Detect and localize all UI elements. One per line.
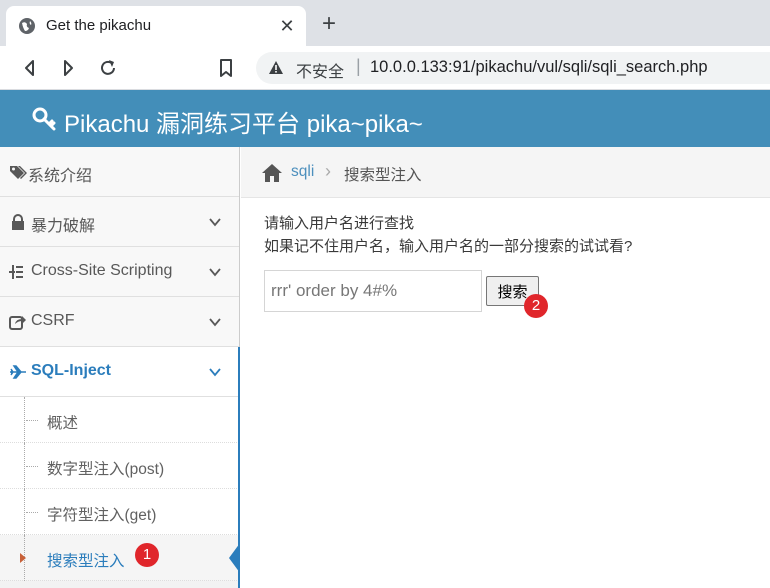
sidebar-subitem-string-get[interactable]: 字符型注入(get) bbox=[0, 489, 239, 535]
sidebar-item-label: 系统介绍 bbox=[28, 168, 93, 185]
plane-icon bbox=[10, 365, 26, 379]
sidebar-item-intro[interactable]: 系统介绍 bbox=[0, 147, 239, 197]
sidebar-item-sql-inject[interactable]: SQL-Inject bbox=[0, 347, 239, 397]
warning-icon[interactable] bbox=[268, 60, 284, 76]
sidebar-item-brute-force[interactable]: 暴力破解 bbox=[0, 197, 239, 247]
tree-branch bbox=[26, 420, 38, 421]
breadcrumb: sqli › 搜索型注入 bbox=[241, 147, 770, 198]
tree-branch bbox=[26, 466, 38, 467]
sidebar-subitem-label: 搜索型注入 bbox=[47, 553, 125, 570]
lock-icon bbox=[12, 214, 24, 230]
sidebar-subitem-label: 概述 bbox=[47, 415, 79, 432]
site-title[interactable]: Pikachu 漏洞练习平台 pika~pika~ bbox=[64, 104, 423, 139]
search-hint-secondary: 如果记不住用户名，输入用户名的一部分搜索的试试看? bbox=[264, 238, 633, 255]
address-separator: | bbox=[356, 56, 361, 76]
share-icon bbox=[9, 316, 26, 330]
sidebar-item-label: CSRF bbox=[31, 312, 75, 329]
sidebar-item-csrf[interactable]: CSRF bbox=[0, 297, 239, 347]
tree-line bbox=[24, 397, 25, 443]
sidebar-subitem-numeric-post[interactable]: 数字型注入(post) bbox=[0, 443, 239, 489]
home-icon[interactable] bbox=[261, 163, 283, 183]
site-header: Pikachu 漏洞练习平台 pika~pika~ bbox=[0, 90, 770, 147]
chevron-down-icon[interactable] bbox=[208, 365, 222, 379]
tags-icon bbox=[10, 166, 27, 179]
reload-icon[interactable] bbox=[96, 56, 120, 80]
sidebar-subitem-overview[interactable]: 概述 bbox=[0, 397, 239, 443]
sidebar-item-label: 暴力破解 bbox=[31, 218, 96, 235]
tree-branch bbox=[26, 512, 38, 513]
insecure-label[interactable]: 不安全 bbox=[296, 58, 344, 82]
globe-icon bbox=[19, 18, 35, 34]
active-section-bar bbox=[238, 347, 240, 588]
sidebar-item-label: SQL-Inject bbox=[31, 362, 112, 379]
tab-title: Get the pikachu bbox=[46, 17, 152, 34]
search-input[interactable] bbox=[264, 270, 482, 312]
chevron-down-icon[interactable] bbox=[208, 265, 222, 279]
sidebar-item-label: Cross-Site Scripting bbox=[31, 262, 173, 279]
breadcrumb-separator: › bbox=[325, 161, 331, 181]
sidebar-subitem-search-inject[interactable]: 搜索型注入 1 bbox=[0, 535, 240, 581]
sidebar-item-xss[interactable]: Cross-Site Scripting bbox=[0, 247, 239, 297]
forward-icon[interactable] bbox=[56, 56, 80, 80]
breadcrumb-link-sqli[interactable]: sqli bbox=[291, 163, 314, 181]
browser-tab-strip: Get the pikachu ✕ + bbox=[0, 0, 770, 46]
new-tab-button[interactable]: + bbox=[316, 12, 342, 38]
close-tab-icon[interactable]: ✕ bbox=[276, 15, 298, 37]
key-icon bbox=[32, 107, 56, 131]
sidebar: 系统介绍 暴力破解 Cross-Site Scripting CSRF SQL-… bbox=[0, 147, 240, 588]
sitemap-icon bbox=[9, 265, 23, 279]
caret-right-icon bbox=[20, 553, 26, 563]
sidebar-subitem-label: 字符型注入(get) bbox=[47, 507, 157, 524]
bookmark-icon[interactable] bbox=[214, 56, 238, 80]
browser-toolbar: 不安全 | 10.0.0.133:91/pikachu/vul/sqli/sql… bbox=[0, 46, 770, 90]
browser-tab[interactable]: Get the pikachu ✕ bbox=[6, 6, 306, 46]
tree-line bbox=[24, 489, 25, 535]
chevron-down-icon[interactable] bbox=[208, 315, 222, 329]
address-bar[interactable]: 不安全 | 10.0.0.133:91/pikachu/vul/sqli/sql… bbox=[256, 52, 770, 84]
chevron-down-icon[interactable] bbox=[208, 215, 222, 229]
breadcrumb-current: 搜索型注入 bbox=[344, 167, 422, 184]
annotation-badge-2: 2 bbox=[524, 294, 548, 318]
address-url[interactable]: 10.0.0.133:91/pikachu/vul/sqli/sqli_sear… bbox=[370, 58, 708, 77]
search-hint: 请输入用户名进行查找 bbox=[264, 215, 415, 232]
back-icon[interactable] bbox=[18, 56, 42, 80]
tree-line bbox=[24, 443, 25, 489]
sidebar-subitem-label: 数字型注入(post) bbox=[47, 461, 165, 478]
annotation-badge-1: 1 bbox=[135, 543, 159, 567]
